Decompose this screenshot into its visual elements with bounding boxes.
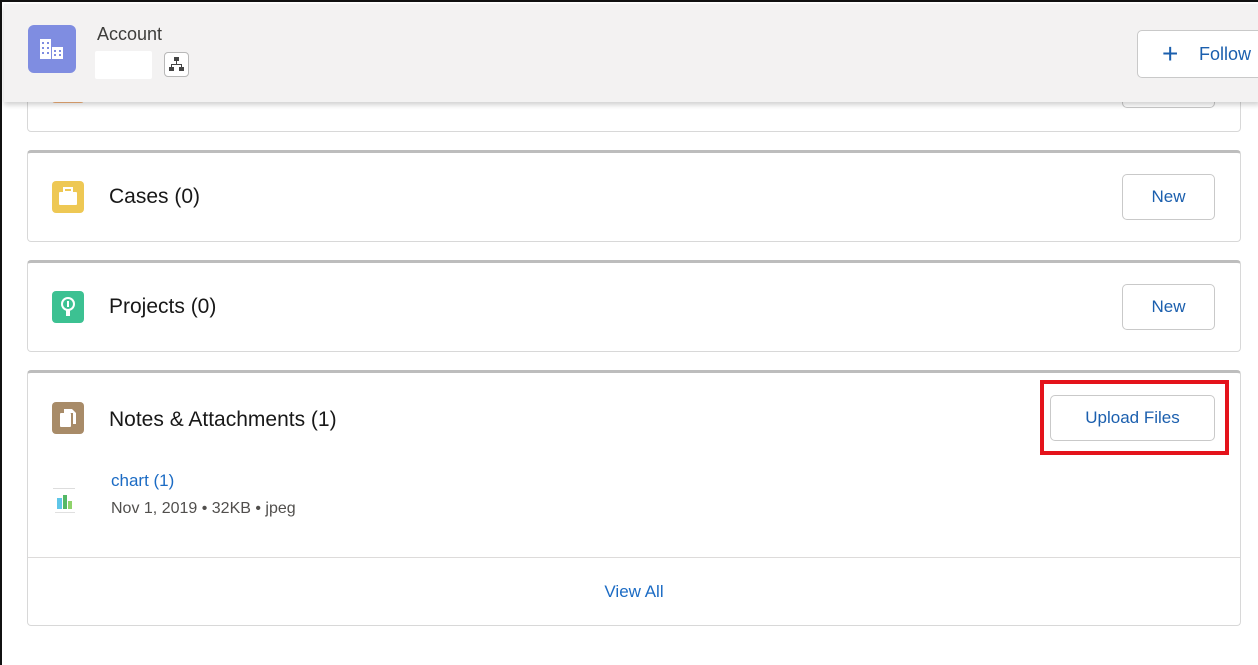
projects-new-button[interactable]: New xyxy=(1122,284,1215,330)
projects-card: Projects (0) New xyxy=(27,260,1241,352)
app-frame: Account + Follow Cases (0) New Projects … xyxy=(0,0,1258,665)
meta-separator: • xyxy=(197,500,212,517)
notes-attachments-title[interactable]: Notes & Attachments (1) xyxy=(109,408,337,432)
hierarchy-button[interactable] xyxy=(164,52,189,77)
file-icon xyxy=(52,402,84,434)
file-name-link[interactable]: chart (1) xyxy=(111,471,174,491)
file-meta: Nov 1, 2019 • 32KB • jpeg xyxy=(111,500,296,518)
cases-new-button[interactable]: New xyxy=(1122,174,1215,220)
meta-separator: • xyxy=(250,500,266,517)
object-type-label: Account xyxy=(97,24,163,44)
record-name xyxy=(95,51,152,79)
file-size: 32KB xyxy=(211,500,251,517)
project-icon xyxy=(52,291,84,323)
follow-button[interactable]: + Follow xyxy=(1137,30,1258,78)
projects-title[interactable]: Projects (0) xyxy=(109,295,216,319)
file-thumbnail[interactable] xyxy=(51,479,79,517)
follow-label: Follow xyxy=(1199,44,1252,64)
view-all-link[interactable]: View All xyxy=(28,557,1240,625)
plus-icon: + xyxy=(1162,38,1179,69)
highlight-box xyxy=(1040,380,1229,455)
file-date: Nov 1, 2019 xyxy=(111,500,198,517)
cases-card: Cases (0) New xyxy=(27,150,1241,242)
file-type: jpeg xyxy=(265,500,296,517)
hierarchy-icon xyxy=(169,57,184,71)
case-icon xyxy=(52,181,84,213)
record-header: Account + Follow xyxy=(4,4,1258,102)
account-icon xyxy=(28,25,76,73)
cases-title[interactable]: Cases (0) xyxy=(109,185,200,209)
